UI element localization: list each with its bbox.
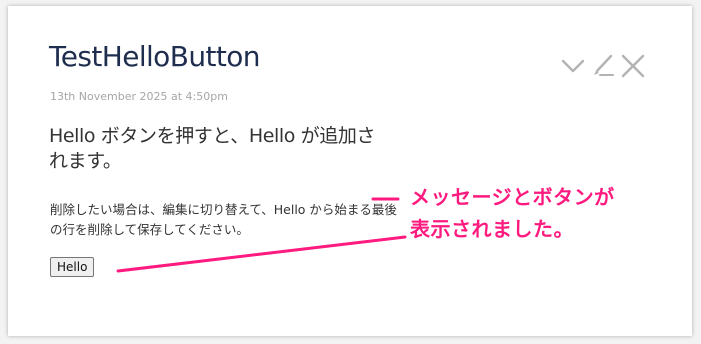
close-icon[interactable] [621, 54, 645, 78]
tiddler-title: TestHelloButton [49, 40, 261, 73]
lead-paragraph: Hello ボタンを押すと、Hello が追加されます。 [49, 125, 376, 172]
annotation-line-2: 表示されました。 [410, 217, 574, 241]
tiddler-controls [561, 54, 645, 78]
annotation-line-1: メッセージとボタンが [410, 185, 615, 209]
chevron-down-icon[interactable] [561, 54, 585, 78]
annotation-text: メッセージとボタンが 表示されました。 [410, 181, 615, 245]
description-paragraph: 削除したい場合は、編集に切り替えて、Hello から始まる最後の行を削除して保存… [50, 202, 397, 237]
tiddler-timestamp: 13th November 2025 at 4:50pm [50, 90, 228, 103]
tiddler-card: TestHelloButton 13th November 2025 at 4:… [8, 6, 692, 336]
page-canvas: TestHelloButton 13th November 2025 at 4:… [0, 0, 701, 344]
edit-icon[interactable] [591, 54, 615, 78]
hello-button[interactable]: Hello [50, 257, 95, 277]
